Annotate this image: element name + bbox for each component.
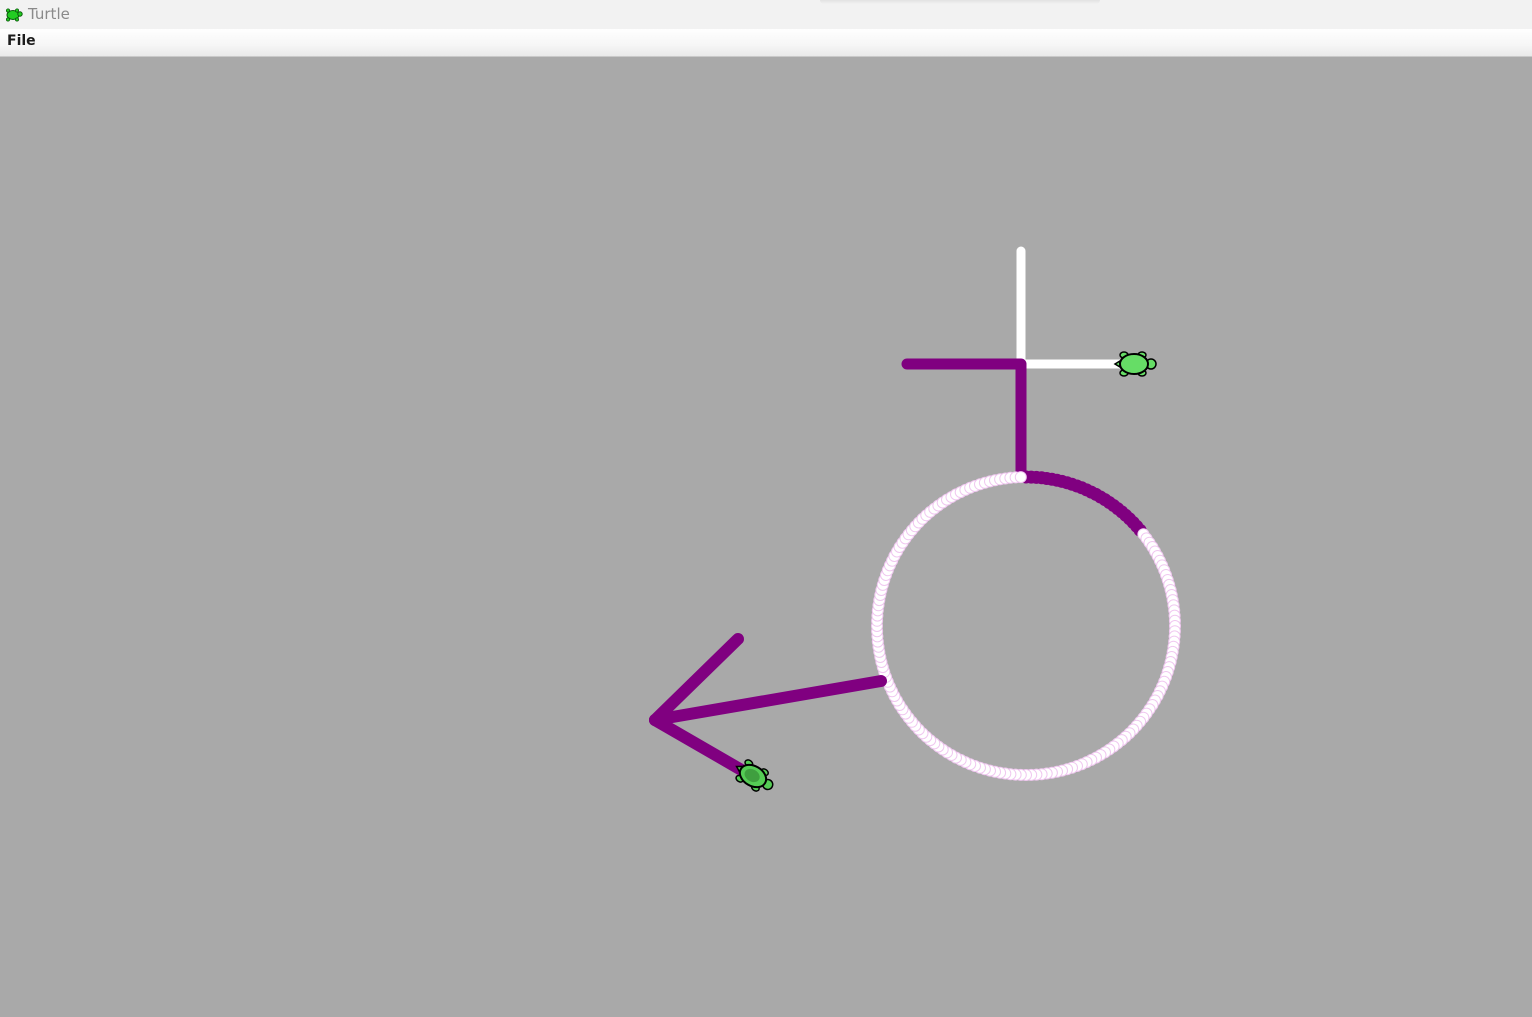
drawing-canvas[interactable]: [0, 57, 1532, 1017]
menu-bar: File: [0, 29, 1532, 57]
window-title: Turtle: [28, 5, 70, 23]
menu-file[interactable]: File: [7, 33, 36, 49]
arrow-lower-barb-line: [649, 714, 751, 778]
turtle-window: Turtle File: [0, 0, 1532, 1017]
turtle-icon: [6, 8, 23, 22]
circle-dot: [1014, 471, 1027, 484]
turtle-right[interactable]: [1113, 351, 1157, 377]
pen-strokes: [649, 246, 1181, 781]
circle-dotted-path: [871, 470, 1181, 781]
titlebar-shadow: [820, 0, 1100, 4]
turtle-drawing: [649, 246, 1181, 792]
title-bar[interactable]: Turtle: [0, 0, 1532, 29]
